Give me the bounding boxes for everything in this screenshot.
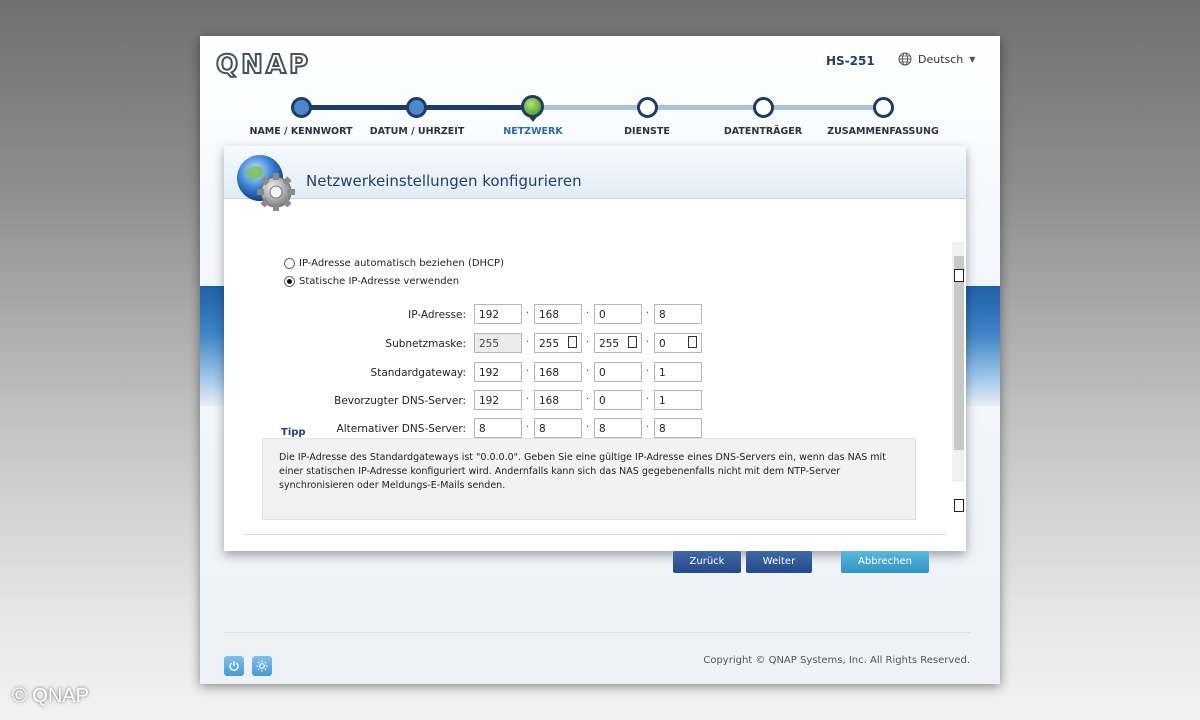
dns1-octet-3[interactable]: 0 [594,390,642,410]
step-label-summary: ZUSAMMENFASSUNG [827,126,939,137]
octet-separator: · [646,422,650,433]
primary-dns-row: Bevorzugter DNS-Server: 192 · 168 · 0 · … [224,390,966,414]
photo-credit: © QNAP [12,685,89,707]
spinner-icon[interactable] [628,336,637,348]
octet-separator: · [646,394,650,405]
alternate-dns-label: Alternativer DNS-Server: [336,423,466,435]
dns1-octet-1[interactable]: 192 [474,390,522,410]
network-dialog: Netzwerkeinstellungen konfigurieren IP-A… [224,146,966,573]
primary-dns-label: Bevorzugter DNS-Server: [334,395,466,407]
subnet-mask-label: Subnetzmaske: [385,338,466,350]
tip-text: Die IP-Adresse des Standardgateways ist … [279,452,886,491]
static-ip-radio[interactable] [284,276,295,287]
octet-separator: · [526,308,530,319]
spinner-icon[interactable] [568,336,577,348]
model-name: HS-251 [826,54,875,68]
cancel-button[interactable]: Abbrechen [841,551,929,573]
static-ip-radio-label: Statische IP-Adresse verwenden [299,276,460,287]
step-dot-storage [753,97,774,118]
static-ip-option[interactable]: Statische IP-Adresse verwenden [284,276,459,287]
qnap-logo: QNAP [215,49,312,81]
ip-octet-1[interactable]: 192 [474,304,522,324]
dhcp-option[interactable]: IP-Adresse automatisch beziehen (DHCP) [284,258,504,269]
ip-octet-2[interactable]: 168 [534,304,582,324]
octet-separator: · [586,366,590,377]
scroll-up-handle[interactable] [954,269,964,282]
dns2-octet-2[interactable]: 8 [534,418,582,438]
ip-octet-3[interactable]: 0 [594,304,642,324]
brightness-button[interactable] [252,656,272,676]
octet-separator: · [586,308,590,319]
dhcp-radio[interactable] [284,258,295,269]
dns1-octet-4[interactable]: 1 [654,390,702,410]
octet-separator: · [646,366,650,377]
dns2-octet-1[interactable]: 8 [474,418,522,438]
gateway-octet-1[interactable]: 192 [474,362,522,382]
step-dot-network [521,95,544,122]
power-icon [229,661,239,672]
gateway-row: Standardgateway: 192 · 168 · 0 · 1 [224,362,966,386]
sun-icon [256,660,268,672]
ip-address-row: IP-Adresse: 192 · 168 · 0 · 8 [224,304,966,328]
step-label-date-time: DATUM / UHRZEIT [369,126,465,137]
language-selector[interactable]: Deutsch ▼ [898,52,975,66]
ip-address-label: IP-Adresse: [408,309,466,321]
chevron-down-icon: ▼ [969,54,976,64]
gateway-octet-3[interactable]: 0 [594,362,642,382]
gateway-label: Standardgateway: [370,367,466,379]
footer-divider [224,632,970,633]
subnet-octet-1: 255 [474,333,522,353]
tip-title: Tipp [281,427,306,438]
power-button[interactable] [224,656,244,676]
octet-separator: · [586,422,590,433]
dhcp-radio-label: IP-Adresse automatisch beziehen (DHCP) [299,258,504,269]
dns1-octet-2[interactable]: 168 [534,390,582,410]
spinner-icon[interactable] [688,336,697,348]
octet-separator: · [526,337,530,348]
octet-separator: · [586,337,590,348]
scroll-down-handle[interactable] [954,499,964,512]
octet-separator: · [586,394,590,405]
ip-octet-4[interactable]: 8 [654,304,702,324]
gateway-octet-2[interactable]: 168 [534,362,582,382]
progress-track-remaining [532,105,884,110]
scrollbar-thumb[interactable] [954,256,964,450]
step-dot-services [637,97,658,118]
step-label-services: DIENSTE [624,126,670,137]
language-label: Deutsch [918,52,964,66]
back-button[interactable]: Zurück [673,551,741,573]
step-dot-date-time [406,97,427,118]
dialog-title: Netzwerkeinstellungen konfigurieren [306,172,582,190]
octet-separator: · [526,366,530,377]
copyright-text: Copyright © QNAP Systems, Inc. All Right… [703,655,970,666]
setup-window: QNAP HS-251 Deutsch ▼ NAME / KENNWORT DA… [200,36,1000,684]
octet-separator: · [526,394,530,405]
tip-box: Tipp Die IP-Adresse des Standardgateways… [262,427,916,520]
dns2-octet-4[interactable]: 8 [654,418,702,438]
next-button[interactable]: Weiter [746,551,812,573]
subnet-mask-row: Subnetzmaske: 255 · 255 · 255 · 0 [224,333,966,357]
globe-icon [898,52,912,66]
step-label-network: NETZWERK [503,126,563,137]
dialog-divider [244,534,946,535]
network-settings-icon [237,155,295,211]
gateway-octet-4[interactable]: 1 [654,362,702,382]
step-dot-name-password [291,97,312,118]
octet-separator: · [646,337,650,348]
octet-separator: · [646,308,650,319]
wizard-steps: NAME / KENNWORT DATUM / UHRZEIT NETZWERK… [200,94,1000,144]
step-label-storage: DATENTRÄGER [723,126,803,137]
octet-separator: · [526,422,530,433]
step-dot-summary [873,97,894,118]
dns2-octet-3[interactable]: 8 [594,418,642,438]
step-label-name-password: NAME / KENNWORT [249,126,353,137]
